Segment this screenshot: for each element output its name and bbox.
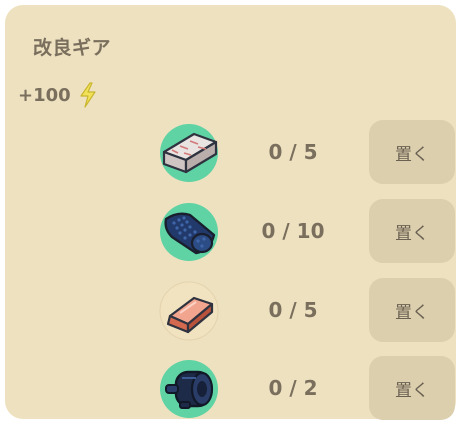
item-count: 0 / 5 bbox=[268, 140, 318, 164]
ice-block-stack-icon bbox=[160, 124, 218, 182]
item-count: 0 / 10 bbox=[261, 219, 325, 243]
reward-amount: +100 bbox=[18, 84, 71, 106]
dark-motor-engine-icon bbox=[160, 360, 218, 418]
place-button-cloth[interactable]: 置く bbox=[369, 199, 455, 263]
lightning-bolt-icon bbox=[80, 82, 96, 108]
requirement-row-copper: 0 / 5 置く bbox=[0, 278, 463, 350]
place-button-motor[interactable]: 置く bbox=[369, 356, 455, 420]
dark-blue-cloth-roll-icon bbox=[160, 203, 218, 261]
item-count: 0 / 2 bbox=[268, 376, 318, 400]
panel-title: 改良ギア bbox=[33, 37, 112, 59]
requirement-row-ice: 0 / 5 置く bbox=[0, 120, 463, 192]
place-button-copper[interactable]: 置く bbox=[369, 278, 455, 342]
reward-row: +100 bbox=[18, 82, 99, 108]
item-count: 0 / 5 bbox=[268, 298, 318, 322]
place-button-ice[interactable]: 置く bbox=[369, 120, 455, 184]
requirement-row-motor: 0 / 2 置く bbox=[0, 356, 463, 428]
copper-ingot-icon bbox=[159, 281, 219, 341]
requirement-row-cloth: 0 / 10 置く bbox=[0, 199, 463, 271]
